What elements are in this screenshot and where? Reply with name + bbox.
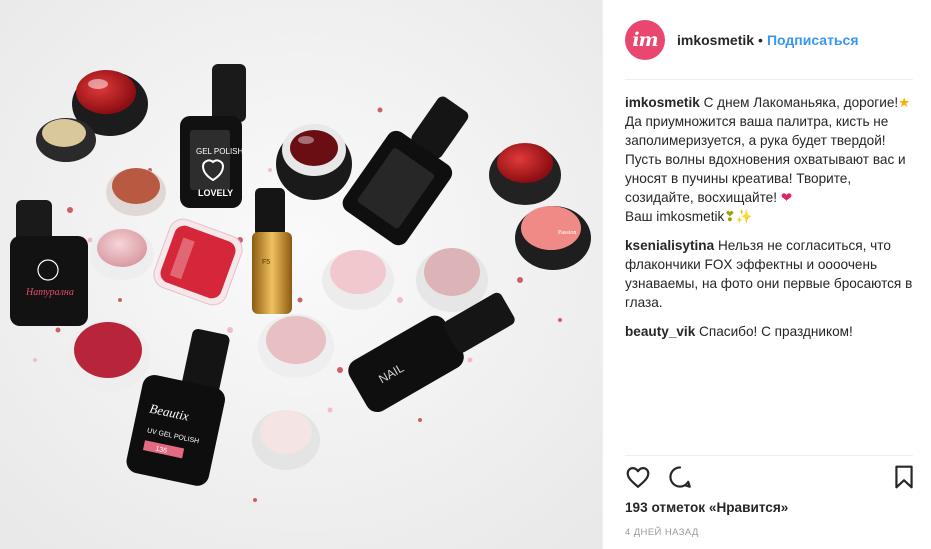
comments-list: imkosmetik С днем Лакоманьяка, дорогие!★…: [625, 93, 919, 351]
instagram-post: GEL POLISH LOVELY Passion Натурална F5 B…: [0, 0, 931, 549]
avatar[interactable]: im: [625, 20, 665, 60]
sparkle-emoji-icon: ❣✨: [724, 209, 753, 224]
svg-text:F5: F5: [262, 259, 270, 266]
avatar-letters: im: [632, 29, 658, 51]
like-heart-icon[interactable]: [625, 464, 651, 495]
post-header: im imkosmetik • Подписаться: [603, 0, 931, 80]
svg-text:GEL POLISH: GEL POLISH: [196, 147, 244, 156]
header-divider: [625, 79, 913, 80]
author-username[interactable]: imkosmetik: [677, 32, 754, 48]
post-timestamp[interactable]: 4 ДНЕЙ НАЗАД: [625, 527, 699, 538]
post-actions: [625, 464, 915, 492]
caption: imkosmetik С днем Лакоманьяка, дорогие!★…: [625, 93, 919, 226]
svg-text:Натурална: Натурална: [25, 287, 74, 298]
follow-button[interactable]: Подписаться: [767, 32, 859, 48]
comment-bubble-icon[interactable]: [667, 464, 693, 495]
separator-dot: •: [758, 32, 763, 48]
star-emoji-icon: ★: [898, 95, 911, 110]
post-sidebar: im imkosmetik • Подписаться imkosmetik С…: [602, 0, 931, 549]
caption-text-2: Да приумножится ваша палитра, кисть не з…: [625, 114, 906, 205]
caption-text-3: Ваш imkosmetik: [625, 209, 725, 224]
comment-username[interactable]: ksenialisytina: [625, 238, 714, 253]
heart-emoji-icon: ❤: [780, 190, 793, 205]
post-photo[interactable]: GEL POLISH LOVELY Passion Натурална F5 B…: [0, 0, 602, 549]
svg-text:LOVELY: LOVELY: [198, 188, 233, 198]
caption-text-1: С днем Лакоманьяка, дорогие!: [699, 95, 899, 110]
likes-count[interactable]: 193 отметок «Нравится»: [625, 500, 788, 515]
comment-username[interactable]: beauty_vik: [625, 324, 695, 339]
caption-username[interactable]: imkosmetik: [625, 95, 700, 110]
actions-divider: [625, 455, 913, 456]
comment-item: ksenialisytina Нельзя не согласиться, чт…: [625, 236, 919, 312]
comment-text: Спасибо! С праздником!: [695, 324, 853, 339]
comment-item: beauty_vik Спасибо! С праздником!: [625, 322, 919, 341]
nail-products-illustration: GEL POLISH LOVELY Passion Натурална F5 B…: [0, 0, 602, 549]
svg-text:Passion: Passion: [558, 230, 576, 236]
bookmark-icon[interactable]: [893, 464, 915, 495]
